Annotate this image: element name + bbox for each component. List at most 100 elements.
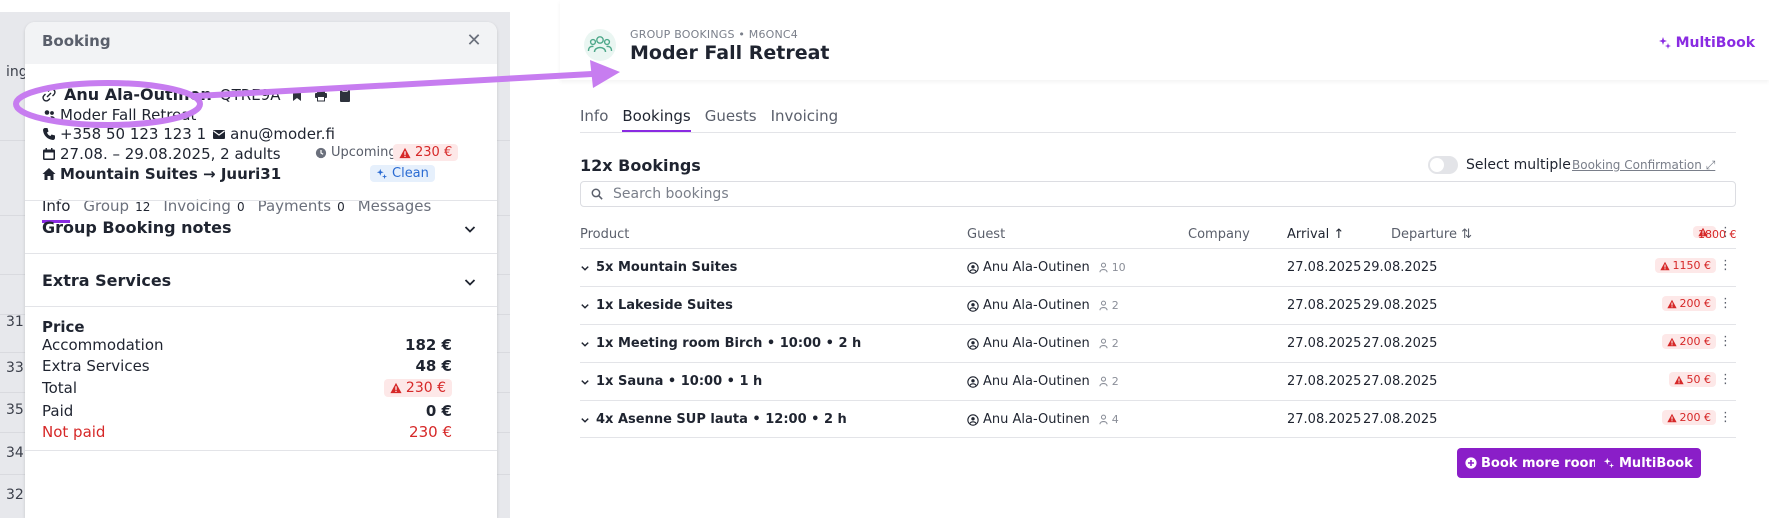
email-address[interactable]: anu@moder.fi bbox=[230, 125, 335, 143]
product-name: 1x Meeting room Birch • 10:00 • 2 h bbox=[596, 336, 862, 351]
table-header: Product Guest Company Arrival ↑ Departur… bbox=[580, 225, 1737, 247]
product-name: 1x Lakeside Suites bbox=[596, 298, 733, 313]
price-row: Not paid 230 € bbox=[42, 423, 452, 441]
person-icon bbox=[1099, 262, 1108, 273]
balance-badge: 230 € bbox=[393, 144, 459, 161]
column-departure[interactable]: Departure ⇅ bbox=[1391, 227, 1472, 242]
table-row[interactable]: 1x Sauna • 10:00 • 1 h Anu Ala-Outinen 2 27… bbox=[580, 362, 1736, 400]
group-tabs: Info Bookings Guests Invoicing bbox=[580, 107, 839, 133]
arrival-date: 27.08.2025 bbox=[1287, 374, 1362, 389]
section-title-notes[interactable]: Group Booking notes bbox=[42, 218, 232, 237]
product-cell[interactable]: 1x Meeting room Birch • 10:00 • 2 h bbox=[580, 336, 861, 351]
product-name: 4x Asenne SUP lauta • 12:00 • 2 h bbox=[596, 412, 847, 427]
phone-number[interactable]: +358 50 123 123 1 bbox=[60, 125, 206, 143]
row-amount-badge: 200 € bbox=[1661, 410, 1716, 425]
guest-count: 2 bbox=[1111, 375, 1119, 388]
bookings-count: 12x Bookings bbox=[580, 156, 701, 175]
more-options-icon[interactable]: ⋮ bbox=[1719, 225, 1732, 240]
guest-count: 2 bbox=[1111, 299, 1119, 312]
route-line: Mountain Suites → Juuri31 bbox=[42, 165, 281, 183]
clipboard-icon[interactable] bbox=[338, 87, 352, 102]
column-company[interactable]: Company bbox=[1188, 227, 1250, 242]
divider bbox=[580, 437, 1736, 438]
cleaning-label: Clean bbox=[392, 166, 429, 181]
section-title-extras[interactable]: Extra Services bbox=[42, 271, 171, 290]
chevron-down-icon[interactable] bbox=[580, 415, 590, 425]
sparkle-icon bbox=[376, 168, 388, 179]
chevron-down-icon[interactable] bbox=[463, 222, 477, 236]
cleaning-status[interactable]: Clean bbox=[370, 165, 435, 182]
more-options-icon[interactable]: ⋮ bbox=[1719, 258, 1732, 273]
arrival-date: 27.08.2025 bbox=[1287, 260, 1362, 275]
guest-cell[interactable]: Anu Ala-Outinen 10 bbox=[967, 260, 1126, 275]
more-options-icon[interactable]: ⋮ bbox=[1719, 410, 1732, 425]
home-icon bbox=[42, 168, 56, 180]
dates-line: 27.08. – 29.08.2025, 2 adults bbox=[42, 145, 281, 163]
tab-invoicing[interactable]: Invoicing bbox=[771, 107, 839, 125]
tab-guests[interactable]: Guests bbox=[705, 107, 757, 125]
guest-cell[interactable]: Anu Ala-Outinen 4 bbox=[967, 412, 1119, 427]
table-row[interactable]: 4x Asenne SUP lauta • 12:00 • 2 h Anu Ala… bbox=[580, 400, 1736, 438]
book-more-rooms-button[interactable]: Book more rooms bbox=[1457, 448, 1618, 478]
bookmark-icon[interactable] bbox=[290, 88, 304, 102]
table-row[interactable]: 5x Mountain Suites Anu Ala-Outinen 10 27.08… bbox=[580, 248, 1736, 286]
chevron-down-icon[interactable] bbox=[580, 263, 590, 273]
booking-confirmation-link[interactable]: Booking Confirmation ⤢ bbox=[1572, 158, 1715, 173]
tab-info[interactable]: Info bbox=[580, 107, 608, 125]
guest-name: Anu Ala-Outinen bbox=[983, 298, 1090, 313]
warning-icon bbox=[1666, 337, 1677, 346]
group-title: Moder Fall Retreat bbox=[630, 42, 830, 64]
multibook-link[interactable]: MultiBook bbox=[1658, 35, 1755, 51]
stay-dates: 27.08. – 29.08.2025, 2 adults bbox=[60, 145, 281, 163]
person-icon bbox=[1099, 414, 1108, 425]
users-icon bbox=[42, 110, 56, 120]
search-input[interactable] bbox=[613, 186, 1613, 202]
group-subtitle: GROUP BOOKINGS • M6ONC4 bbox=[630, 28, 799, 41]
person-icon bbox=[1099, 376, 1108, 387]
tab-bookings[interactable]: Bookings bbox=[622, 107, 692, 133]
row-amount-badge: 1150 € bbox=[1654, 258, 1716, 273]
column-product[interactable]: Product bbox=[580, 227, 629, 242]
guest-count: 2 bbox=[1111, 337, 1119, 350]
column-guest[interactable]: Guest bbox=[967, 227, 1005, 242]
select-multiple-toggle[interactable] bbox=[1428, 156, 1458, 174]
multibook-button[interactable]: MultiBook bbox=[1595, 448, 1701, 478]
row-amount: 200 € bbox=[1679, 335, 1712, 348]
guest-name[interactable]: Anu Ala-Outinen bbox=[64, 85, 212, 104]
more-options-icon[interactable]: ⋮ bbox=[1719, 372, 1732, 387]
guest-count: 10 bbox=[1111, 261, 1126, 274]
chevron-down-icon[interactable] bbox=[580, 377, 590, 387]
divider bbox=[25, 200, 497, 201]
guest-cell[interactable]: Anu Ala-Outinen 2 bbox=[967, 336, 1119, 351]
background-text: 32 bbox=[6, 487, 24, 503]
product-cell[interactable]: 5x Mountain Suites bbox=[580, 260, 737, 275]
person-icon bbox=[1099, 338, 1108, 349]
more-options-icon[interactable]: ⋮ bbox=[1719, 334, 1732, 349]
room-route[interactable]: Mountain Suites → Juuri31 bbox=[60, 165, 281, 183]
guest-cell[interactable]: Anu Ala-Outinen 2 bbox=[967, 374, 1119, 389]
guest-cell[interactable]: Anu Ala-Outinen 2 bbox=[967, 298, 1119, 313]
warning-icon bbox=[1673, 375, 1684, 384]
price-value: 230 € bbox=[409, 423, 452, 441]
product-cell[interactable]: 4x Asenne SUP lauta • 12:00 • 2 h bbox=[580, 412, 847, 427]
arrival-date: 27.08.2025 bbox=[1287, 412, 1362, 427]
status-label: Upcoming bbox=[331, 145, 397, 160]
more-options-icon[interactable]: ⋮ bbox=[1719, 296, 1732, 311]
product-cell[interactable]: 1x Lakeside Suites bbox=[580, 298, 733, 313]
plus-circle-icon bbox=[1465, 457, 1477, 469]
booking-panel: Booking ✕ Anu Ala-Outinen QTRE9A Moder F… bbox=[25, 22, 497, 518]
tab-count: 0 bbox=[236, 200, 245, 214]
column-arrival[interactable]: Arrival ↑ bbox=[1287, 227, 1344, 242]
product-cell[interactable]: 1x Sauna • 10:00 • 1 h bbox=[580, 374, 762, 389]
group-line: Moder Fall Retreat bbox=[42, 106, 196, 124]
chevron-down-icon[interactable] bbox=[463, 275, 477, 289]
table-row[interactable]: 1x Meeting room Birch • 10:00 • 2 h Anu A… bbox=[580, 324, 1736, 362]
mail-icon bbox=[213, 130, 226, 139]
table-row[interactable]: 1x Lakeside Suites Anu Ala-Outinen 2 27.08.… bbox=[580, 286, 1736, 324]
print-icon[interactable] bbox=[314, 88, 328, 102]
close-icon[interactable]: ✕ bbox=[463, 30, 485, 52]
price-value: 48 € bbox=[415, 357, 452, 375]
group-name[interactable]: Moder Fall Retreat bbox=[60, 106, 196, 124]
chevron-down-icon[interactable] bbox=[580, 339, 590, 349]
chevron-down-icon[interactable] bbox=[580, 301, 590, 311]
